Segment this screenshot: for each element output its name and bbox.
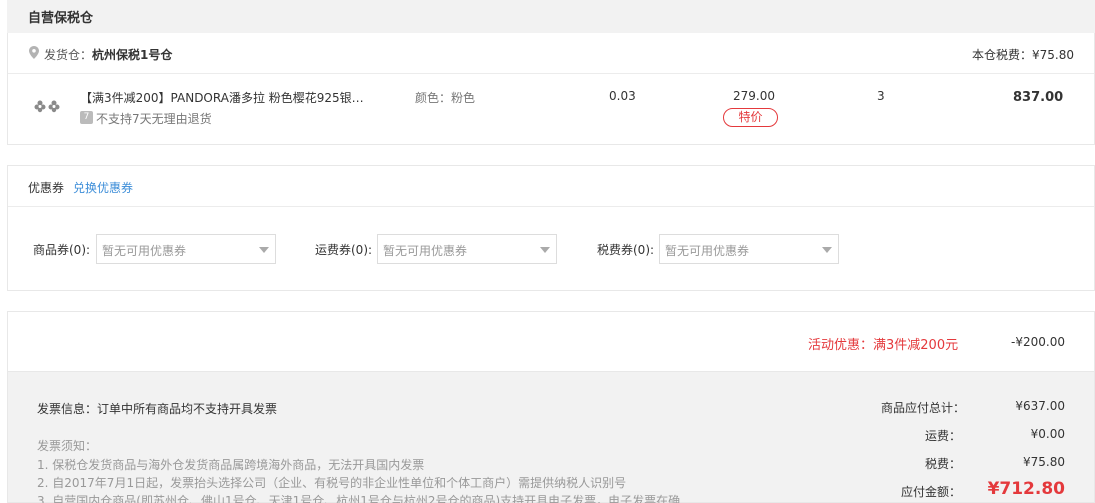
product-thumbnail[interactable]: [32, 97, 62, 115]
product-color: 颜色：粉色: [415, 91, 476, 105]
order-summary: 发票信息：订单中所有商品均不支持开具发票 发票须知： 1. 保税仓发货商品与海外…: [7, 371, 1095, 503]
special-price-badge: 特价: [723, 108, 778, 127]
ship-from-label: 发货仓：: [44, 48, 93, 62]
product-quantity: 3: [877, 89, 885, 103]
goods-total-label: 商品应付总计：: [881, 401, 966, 415]
product-subtotal: 837.00: [1013, 90, 1064, 105]
shipping-coupon-select[interactable]: 暂无可用优惠券: [377, 234, 557, 264]
promotion-amount: -¥200.00: [1011, 335, 1065, 349]
coupon-header: 优惠券 兑换优惠券: [8, 166, 1094, 207]
goods-total-value: ¥637.00: [1015, 399, 1065, 413]
no-return-icon: 7: [80, 111, 93, 124]
location-pin-icon: [29, 46, 39, 59]
invoice-notes-title: 发票须知：: [37, 439, 98, 453]
shipping-value: ¥0.00: [1030, 427, 1065, 441]
shipping-warehouse-row: 发货仓： 杭州保税1号仓 本仓税费：¥75.80: [8, 33, 1094, 74]
ship-from-value: 杭州保税1号仓: [92, 48, 173, 62]
tax-coupon-value: 暂无可用优惠券: [665, 244, 750, 258]
payable-total: ¥712.80: [987, 479, 1065, 499]
invoice-info: 发票信息：订单中所有商品均不支持开具发票: [37, 402, 278, 416]
invoice-note-2: 2. 自2017年7月1日起，发票抬头选择公司（企业、有税号的非企业性单位和个体…: [37, 476, 627, 490]
invoice-note-3: 3. 自营国内仓商品(即苏州仓、佛山1号仓、天津1号仓、杭州1号仓与杭州2号仓的…: [37, 494, 681, 503]
warehouse-tax: 本仓税费：¥75.80: [972, 48, 1074, 62]
chevron-down-icon: [259, 247, 269, 253]
warehouse-header: 自营保税仓: [7, 0, 1095, 33]
shipping-coupon-label: 运费券(0):: [315, 243, 373, 257]
tax-value: ¥75.80: [1023, 455, 1065, 469]
tax-coupon-label: 税费券(0):: [597, 243, 655, 257]
goods-coupon-select[interactable]: 暂无可用优惠券: [96, 234, 276, 264]
exchange-coupon-link[interactable]: 兑换优惠券: [73, 179, 133, 196]
product-title-link[interactable]: 【满3件减200】PANDORA潘多拉 粉色樱花925银…: [80, 89, 364, 106]
promotion-section: 活动优惠：满3件减200元 -¥200.00: [7, 311, 1095, 371]
shipping-coupon-value: 暂无可用优惠券: [383, 244, 468, 258]
chevron-down-icon: [822, 247, 832, 253]
no-return-text: 不支持7天无理由退货: [96, 112, 212, 126]
product-price: 279.00: [733, 89, 775, 103]
chevron-down-icon: [540, 247, 550, 253]
goods-coupon-label: 商品券(0):: [33, 243, 91, 257]
invoice-note-1: 1. 保税仓发货商品与海外仓发货商品属跨境海外商品，无法开具国内发票: [37, 458, 425, 472]
product-weight: 0.03: [609, 89, 636, 103]
coupon-section: 优惠券 兑换优惠券 商品券(0): 暂无可用优惠券 运费券(0): 暂无可用优惠…: [7, 165, 1095, 291]
shipping-label: 运费：: [924, 429, 961, 443]
tax-label: 税费：: [924, 457, 961, 471]
payable-label: 应付金额：: [900, 485, 961, 499]
promotion-text: 活动优惠：满3件减200元: [808, 338, 959, 353]
warehouse-title: 自营保税仓: [28, 11, 94, 26]
coupon-title: 优惠券: [28, 181, 65, 195]
goods-coupon-value: 暂无可用优惠券: [102, 244, 187, 258]
tax-coupon-select[interactable]: 暂无可用优惠券: [659, 234, 839, 264]
warehouse-section: 发货仓： 杭州保税1号仓 本仓税费：¥75.80 【满3件减200】PANDOR…: [7, 33, 1095, 145]
